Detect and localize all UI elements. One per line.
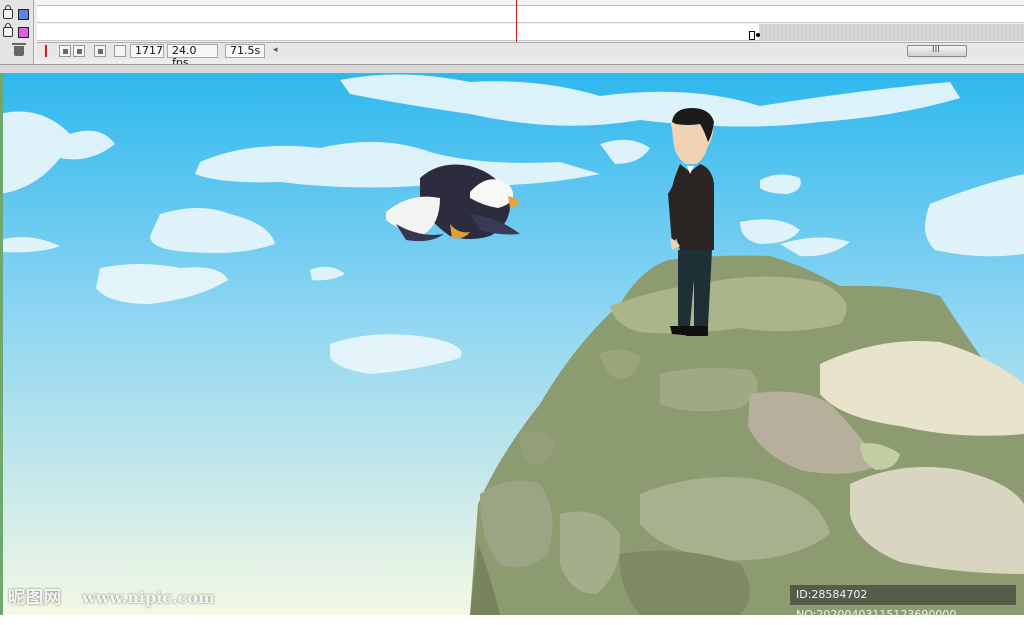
frame-grid[interactable]: [37, 6, 1024, 42]
frame-rate-readout[interactable]: 24.0 fps: [167, 44, 218, 69]
lock-icon[interactable]: [3, 23, 13, 37]
scroll-left-arrow-icon[interactable]: ◂: [273, 45, 278, 55]
watermark-logo: 昵图网: [8, 588, 62, 608]
scroll-grip-icon: III: [932, 45, 940, 55]
layer-row-1[interactable]: [0, 5, 34, 24]
watermark-id: ID:28584702 NO:20200403115123690000: [790, 585, 1016, 621]
layer-row-2[interactable]: [0, 23, 34, 42]
onion-skin-icon[interactable]: [59, 45, 71, 57]
stage-scene: [0, 74, 1024, 615]
frame-row[interactable]: [37, 24, 1024, 41]
onion-skin-outlines-icon[interactable]: [73, 45, 85, 57]
timeline-status-bar: 1717 24.0 fps 71.5s ◂ III: [37, 42, 1024, 69]
frame-span: [759, 24, 1024, 41]
watermark-site: www.nipic.com: [82, 588, 215, 607]
center-frame-icon[interactable]: [41, 45, 53, 57]
current-frame-readout: 1717: [130, 44, 164, 58]
timeline-panel: 1717 24.0 fps 71.5s ◂ III: [0, 0, 1024, 69]
outline-color-icon[interactable]: [18, 9, 29, 20]
outline-color-icon[interactable]: [18, 27, 29, 38]
frame-row[interactable]: [37, 6, 1024, 23]
edit-multiple-frames-icon[interactable]: [94, 45, 106, 57]
keyframe[interactable]: [756, 33, 760, 37]
stage-canvas[interactable]: [0, 74, 1024, 615]
panel-divider[interactable]: [0, 64, 1024, 74]
blank-keyframe[interactable]: [749, 31, 755, 40]
lock-icon[interactable]: [3, 5, 13, 19]
horizontal-scrollbar-thumb[interactable]: III: [907, 45, 967, 57]
elapsed-time-readout: 71.5s: [225, 44, 265, 58]
stage-left-border: [0, 74, 3, 615]
modify-onion-markers-icon[interactable]: [114, 45, 126, 57]
playhead[interactable]: [516, 0, 517, 42]
trash-icon[interactable]: [12, 43, 26, 56]
layer-controls-column: [0, 0, 34, 64]
